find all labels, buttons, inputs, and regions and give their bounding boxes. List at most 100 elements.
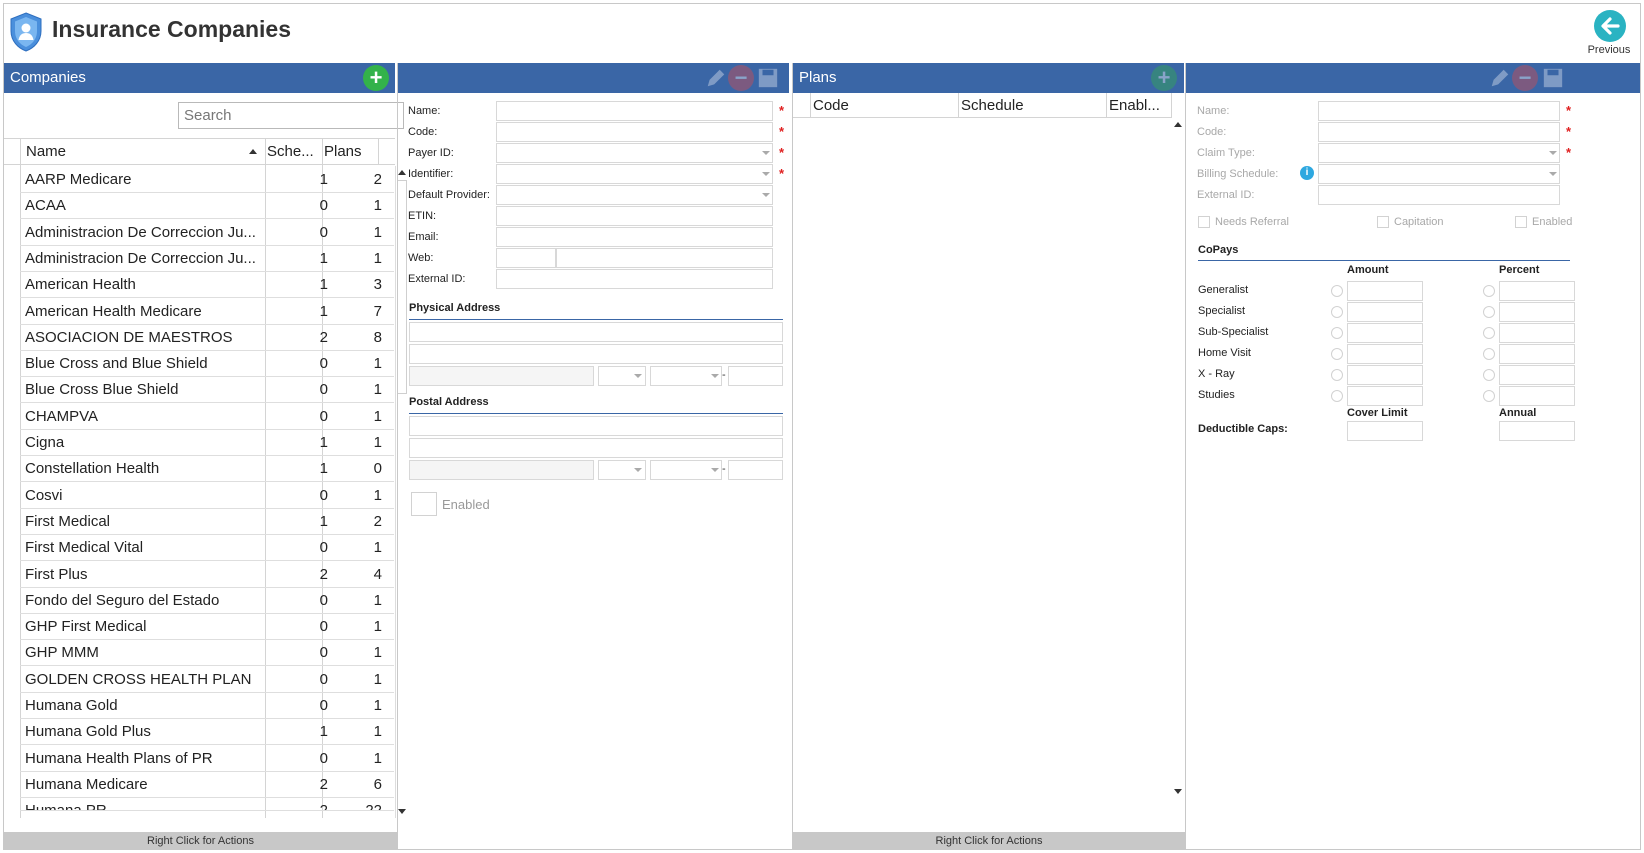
table-row[interactable]: AARP Medicare 1 2 xyxy=(20,166,394,193)
info-icon[interactable]: i xyxy=(1300,166,1314,180)
capitation-checkbox[interactable] xyxy=(1377,216,1389,228)
table-row[interactable]: First Medical Vital 0 1 xyxy=(20,534,394,562)
email-field[interactable] xyxy=(496,227,773,247)
etin-field[interactable] xyxy=(496,206,773,226)
table-row[interactable]: Administracion De Correccion Ju... 0 1 xyxy=(20,219,394,246)
copay-amount-radio[interactable] xyxy=(1331,306,1343,318)
copay-amount-field[interactable] xyxy=(1347,344,1423,364)
copay-amount-radio[interactable] xyxy=(1331,348,1343,360)
add-company-button[interactable]: + xyxy=(363,65,389,91)
table-row[interactable]: Humana Gold 0 1 xyxy=(20,692,394,719)
copay-percent-radio[interactable] xyxy=(1483,390,1495,402)
physical-city-field[interactable] xyxy=(409,366,594,386)
copay-percent-field[interactable] xyxy=(1499,365,1575,385)
copay-percent-radio[interactable] xyxy=(1483,348,1495,360)
table-row[interactable]: American Health Medicare 1 7 xyxy=(20,298,394,325)
table-row[interactable]: GOLDEN CROSS HEALTH PLAN 0 1 xyxy=(20,666,394,693)
table-row[interactable]: GHP MMM 0 1 xyxy=(20,639,394,667)
table-row[interactable]: First Plus 2 4 xyxy=(20,561,394,588)
plan-code-field[interactable] xyxy=(1318,122,1560,142)
copay-percent-radio[interactable] xyxy=(1483,306,1495,318)
column-schedules[interactable]: Sche... xyxy=(267,143,314,160)
previous-button[interactable] xyxy=(1592,8,1628,44)
payer-id-select[interactable] xyxy=(496,143,773,163)
postal-zip-field[interactable] xyxy=(728,460,783,480)
plan-external-id-field[interactable] xyxy=(1318,185,1560,205)
company-name-field[interactable] xyxy=(496,101,773,121)
scroll-up-icon[interactable] xyxy=(398,170,406,175)
scroll-down-icon[interactable] xyxy=(1174,789,1182,794)
claim-type-select[interactable] xyxy=(1318,143,1560,163)
scroll-thumb[interactable] xyxy=(397,180,407,394)
needs-referral-checkbox[interactable] xyxy=(1198,216,1210,228)
identifier-select[interactable] xyxy=(496,164,773,184)
billing-schedule-select[interactable] xyxy=(1318,164,1560,184)
table-row[interactable]: Humana Health Plans of PR 0 1 xyxy=(20,745,394,772)
table-row[interactable]: Humana Medicare 2 6 xyxy=(20,771,394,798)
physical-zip-field[interactable] xyxy=(728,366,783,386)
table-row[interactable]: Blue Cross Blue Shield 0 1 xyxy=(20,376,394,404)
copay-amount-radio[interactable] xyxy=(1331,390,1343,402)
physical-address-line2[interactable] xyxy=(409,344,783,364)
copay-amount-field[interactable] xyxy=(1347,323,1423,343)
default-provider-select[interactable] xyxy=(496,185,773,205)
column-schedule[interactable]: Schedule xyxy=(961,97,1024,114)
add-plan-button[interactable]: + xyxy=(1151,65,1177,91)
delete-company-button[interactable]: − xyxy=(728,65,754,91)
table-row[interactable]: Constellation Health 1 0 xyxy=(20,455,394,483)
table-row[interactable]: Fondo del Seguro del Estado 0 1 xyxy=(20,587,394,614)
search-input[interactable]: Search xyxy=(178,102,404,129)
copay-percent-field[interactable] xyxy=(1499,344,1575,364)
web-field[interactable] xyxy=(556,248,773,268)
table-row[interactable]: Blue Cross and Blue Shield 0 1 xyxy=(20,350,394,378)
table-row[interactable]: Administracion De Correccion Ju... 1 1 xyxy=(20,245,394,272)
company-code-field[interactable] xyxy=(496,122,773,142)
edit-icon[interactable] xyxy=(1489,67,1511,89)
scroll-down-icon[interactable] xyxy=(398,809,406,814)
column-plans[interactable]: Plans xyxy=(324,143,362,160)
copay-amount-field[interactable] xyxy=(1347,281,1423,301)
edit-icon[interactable] xyxy=(705,67,727,89)
column-enabled[interactable]: Enabl... xyxy=(1109,97,1160,114)
copay-amount-field[interactable] xyxy=(1347,365,1423,385)
copay-amount-radio[interactable] xyxy=(1331,285,1343,297)
column-name[interactable]: Name xyxy=(26,143,66,160)
table-row[interactable]: American Health 1 3 xyxy=(20,271,394,299)
save-icon[interactable] xyxy=(757,67,779,89)
copay-percent-radio[interactable] xyxy=(1483,369,1495,381)
table-row[interactable]: ASOCIACION DE MAESTROS 2 8 xyxy=(20,324,394,351)
table-row[interactable]: Cosvi 0 1 xyxy=(20,482,394,509)
save-icon[interactable] xyxy=(1542,67,1564,89)
table-row[interactable]: ACAA 0 1 xyxy=(20,192,394,220)
copay-percent-field[interactable] xyxy=(1499,281,1575,301)
web-protocol-field[interactable] xyxy=(496,248,556,268)
delete-plan-button[interactable]: − xyxy=(1512,65,1538,91)
postal-city-field[interactable] xyxy=(409,460,594,480)
table-row[interactable]: Humana Gold Plus 1 1 xyxy=(20,718,394,746)
copay-amount-radio[interactable] xyxy=(1331,369,1343,381)
plan-name-field[interactable] xyxy=(1318,101,1560,121)
table-row[interactable]: Humana PR 2 22 xyxy=(20,797,394,812)
postal-address-line2[interactable] xyxy=(409,438,783,458)
column-code[interactable]: Code xyxy=(813,97,849,114)
plan-enabled-checkbox[interactable] xyxy=(1515,216,1527,228)
copay-percent-field[interactable] xyxy=(1499,386,1575,406)
company-enabled-checkbox[interactable] xyxy=(411,492,437,516)
copay-amount-field[interactable] xyxy=(1347,386,1423,406)
table-row[interactable]: First Medical 1 2 xyxy=(20,508,394,535)
copay-percent-radio[interactable] xyxy=(1483,285,1495,297)
table-row[interactable]: CHAMPVA 0 1 xyxy=(20,403,394,430)
cover-limit-field[interactable] xyxy=(1347,421,1423,441)
scroll-up-icon[interactable] xyxy=(1174,122,1182,127)
copay-amount-radio[interactable] xyxy=(1331,327,1343,339)
table-row[interactable]: Cigna 1 1 xyxy=(20,429,394,456)
copay-percent-field[interactable] xyxy=(1499,323,1575,343)
physical-address-line1[interactable] xyxy=(409,322,783,342)
postal-address-line1[interactable] xyxy=(409,416,783,436)
external-id-field[interactable] xyxy=(496,269,773,289)
plans-scrollbar[interactable] xyxy=(1172,118,1185,800)
copay-percent-radio[interactable] xyxy=(1483,327,1495,339)
copay-amount-field[interactable] xyxy=(1347,302,1423,322)
table-row[interactable]: GHP First Medical 0 1 xyxy=(20,613,394,641)
annual-field[interactable] xyxy=(1499,421,1575,441)
